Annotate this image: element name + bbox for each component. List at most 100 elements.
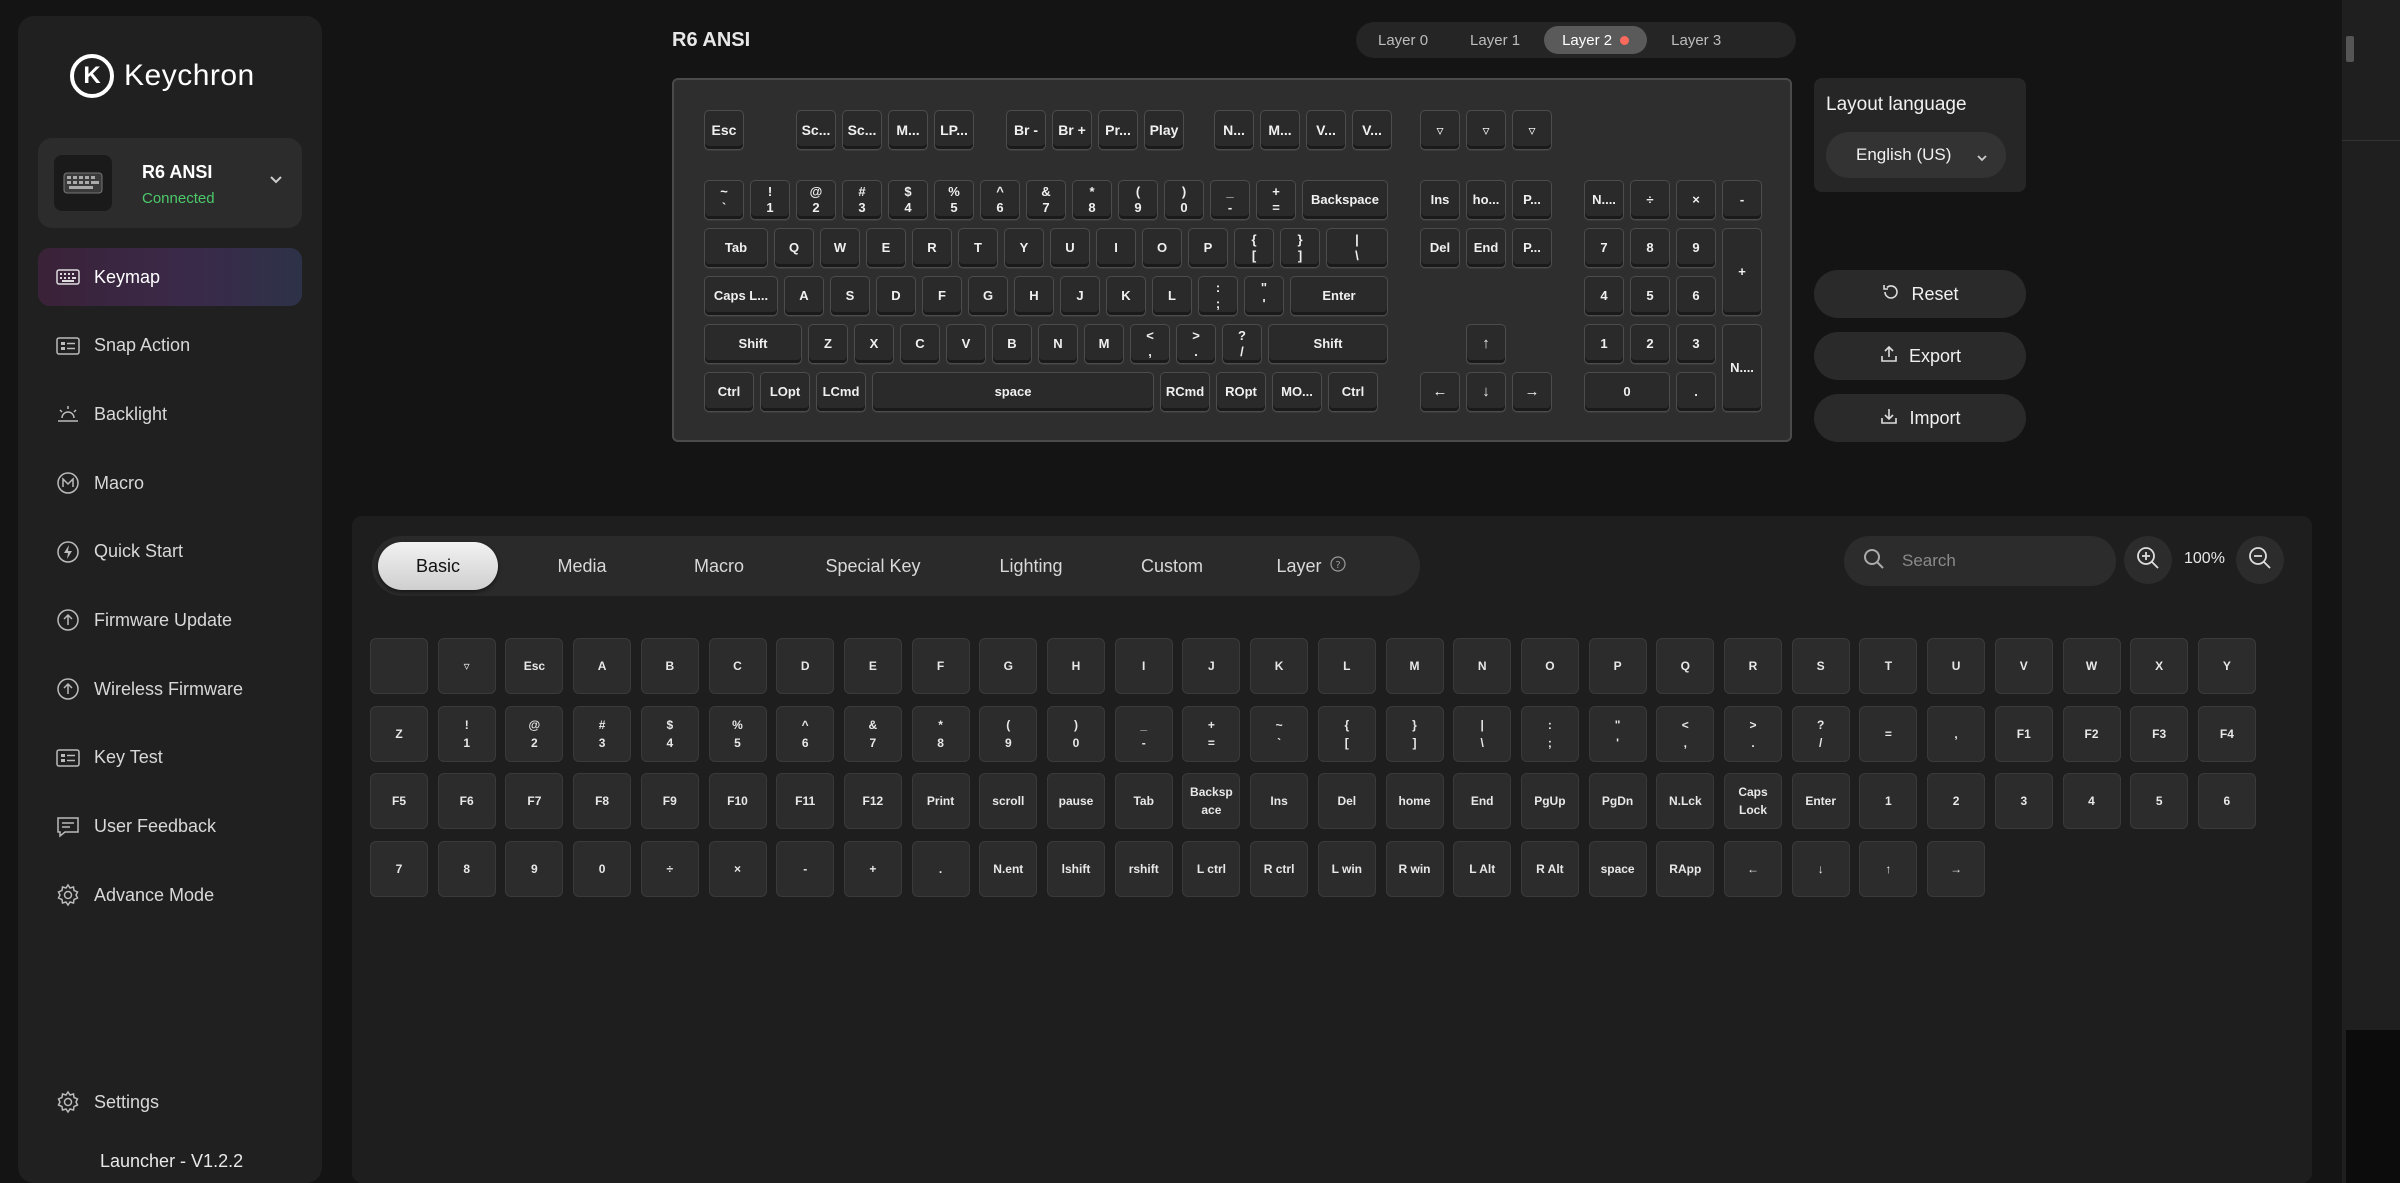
keycode-item[interactable]: N [1453, 638, 1512, 694]
sidebar-item-user-feedback[interactable]: User Feedback [38, 798, 302, 856]
keycode-item[interactable]: F12 [843, 773, 902, 829]
keycode-item[interactable]: H [1047, 638, 1105, 694]
keycode-item[interactable]: ( 9 [979, 705, 1038, 762]
keyboard-key[interactable]: ^ 6 [980, 180, 1020, 220]
keycode-item[interactable]: 8 [437, 840, 496, 897]
keycode-item[interactable]: R ctrl [1250, 840, 1309, 897]
panel-handle[interactable] [2346, 36, 2354, 62]
keyboard-key[interactable]: J [1060, 276, 1100, 316]
keyboard-key[interactable]: @ 2 [796, 180, 836, 220]
keyboard-key[interactable]: ( 9 [1118, 180, 1158, 220]
keycode-item[interactable]: Y [2197, 638, 2256, 694]
keycode-item[interactable]: I [1114, 638, 1173, 694]
keyboard-key[interactable]: N.... [1722, 324, 1762, 412]
keyboard-key[interactable]: Q [774, 228, 814, 268]
keyboard-key[interactable]: V... [1352, 110, 1392, 150]
keyboard-key[interactable]: P... [1512, 180, 1552, 220]
keyboard-key[interactable]: LP... [934, 110, 974, 150]
keycode-item[interactable]: 3 [1994, 773, 2053, 829]
keycode-item[interactable]: & 7 [843, 705, 902, 762]
keyboard-key[interactable]: 8 [1630, 228, 1670, 268]
keycode-item[interactable]: R [1724, 638, 1782, 694]
keyboard-key[interactable]: $ 4 [888, 180, 928, 220]
keycode-item[interactable]: Esc [505, 638, 564, 694]
keycode-item[interactable]: " ' [1588, 705, 1647, 762]
keyboard-key[interactable]: ← [1420, 372, 1460, 412]
keyboard-key[interactable]: 1 [1584, 324, 1624, 364]
keycode-item[interactable]: % 5 [708, 705, 767, 762]
keyboard-key[interactable]: LOpt [760, 372, 810, 412]
keyboard-key[interactable]: " ' [1244, 276, 1284, 316]
keyboard-key[interactable]: ÷ [1630, 180, 1670, 220]
keyboard-key[interactable]: M... [888, 110, 928, 150]
keycode-item[interactable]: _ - [1114, 705, 1173, 762]
keyboard-key[interactable]: D [876, 276, 916, 316]
keycode-item[interactable]: E [843, 638, 902, 694]
keyboard-key[interactable]: → [1512, 372, 1552, 412]
keyboard-key[interactable]: 0 [1584, 372, 1670, 412]
keyboard-key[interactable]: LCmd [816, 372, 866, 412]
keyboard-key[interactable]: ▿ [1420, 110, 1460, 150]
keycode-item[interactable]: ▿ [437, 638, 496, 694]
keyboard-key[interactable]: I [1096, 228, 1136, 268]
keycode-item[interactable]: End [1453, 773, 1512, 829]
keycode-item[interactable]: ↑ [1859, 840, 1918, 897]
keyboard-key[interactable]: Esc [704, 110, 744, 150]
keyboard-key[interactable]: ↑ [1466, 324, 1506, 364]
keyboard-key[interactable]: 3 [1676, 324, 1716, 364]
sidebar-item-key-test[interactable]: Key Test [38, 729, 302, 787]
keyboard-key[interactable]: End [1466, 228, 1506, 268]
keycode-item[interactable]: Ins [1250, 773, 1309, 829]
chevron-down-icon[interactable] [268, 171, 284, 192]
keyboard-key[interactable]: ▿ [1466, 110, 1506, 150]
keycode-item[interactable]: N.Lck [1656, 773, 1715, 829]
keyboard-key[interactable]: M... [1260, 110, 1300, 150]
keyboard-key[interactable]: ho... [1466, 180, 1506, 220]
keycode-item[interactable]: @ 2 [505, 705, 564, 762]
tab-basic[interactable]: Basic [378, 542, 498, 590]
keyboard-key[interactable]: N.... [1584, 180, 1624, 220]
keycode-item[interactable]: J [1182, 638, 1241, 694]
keycode-item[interactable]: scroll [979, 773, 1038, 829]
keyboard-key[interactable]: W [820, 228, 860, 268]
keyboard-key[interactable]: . [1676, 372, 1716, 412]
keycode-item[interactable]: V [1994, 638, 2053, 694]
reset-button[interactable]: Reset [1814, 270, 2026, 318]
keycode-item[interactable]: A [573, 638, 632, 694]
sidebar-item-wireless-firmware[interactable]: Wireless Firmware [38, 660, 302, 718]
keycode-item[interactable]: > . [1724, 705, 1782, 762]
keycode-item[interactable]: R win [1385, 840, 1444, 897]
keyboard-key[interactable]: 9 [1676, 228, 1716, 268]
keycode-item[interactable]: F8 [573, 773, 632, 829]
keycode-item[interactable]: RApp [1656, 840, 1715, 897]
keycode-item[interactable]: F10 [708, 773, 767, 829]
keyboard-key[interactable]: } ] [1280, 228, 1320, 268]
keyboard-key[interactable]: 2 [1630, 324, 1670, 364]
keycode-item[interactable]: Caps Lock [1724, 773, 1782, 829]
keycode-item[interactable]: F6 [437, 773, 496, 829]
keycode-item[interactable]: C [708, 638, 767, 694]
keycode-item[interactable]: D [776, 638, 835, 694]
keycode-item[interactable]: 0 [573, 840, 632, 897]
keyboard-key[interactable]: S [830, 276, 870, 316]
tab-layer-2[interactable]: Layer 2 [1544, 26, 1648, 54]
keyboard-key[interactable]: A [784, 276, 824, 316]
keycode-item[interactable]: ? / [1791, 705, 1850, 762]
tab-special-key[interactable]: Special Key [808, 542, 938, 590]
keycode-item[interactable]: + = [1182, 705, 1241, 762]
keycode-item[interactable]: × [708, 840, 767, 897]
keyboard-key[interactable]: * 8 [1072, 180, 1112, 220]
keyboard-key[interactable]: F [922, 276, 962, 316]
keycode-item[interactable]: Q [1656, 638, 1715, 694]
keycode-item[interactable]: * 8 [911, 705, 970, 762]
keyboard-key[interactable]: 7 [1584, 228, 1624, 268]
keyboard-key[interactable]: ? / [1222, 324, 1262, 364]
keyboard-key[interactable]: ~ ` [704, 180, 744, 220]
tab-lighting[interactable]: Lighting [976, 542, 1086, 590]
keyboard-key[interactable]: + [1722, 228, 1762, 316]
keycode-item[interactable]: X [2130, 638, 2189, 694]
keyboard-key[interactable]: Enter [1290, 276, 1388, 316]
help-icon[interactable]: ? [1329, 555, 1346, 577]
keycode-item[interactable]: home [1385, 773, 1444, 829]
keycode-item[interactable]: Enter [1791, 773, 1850, 829]
